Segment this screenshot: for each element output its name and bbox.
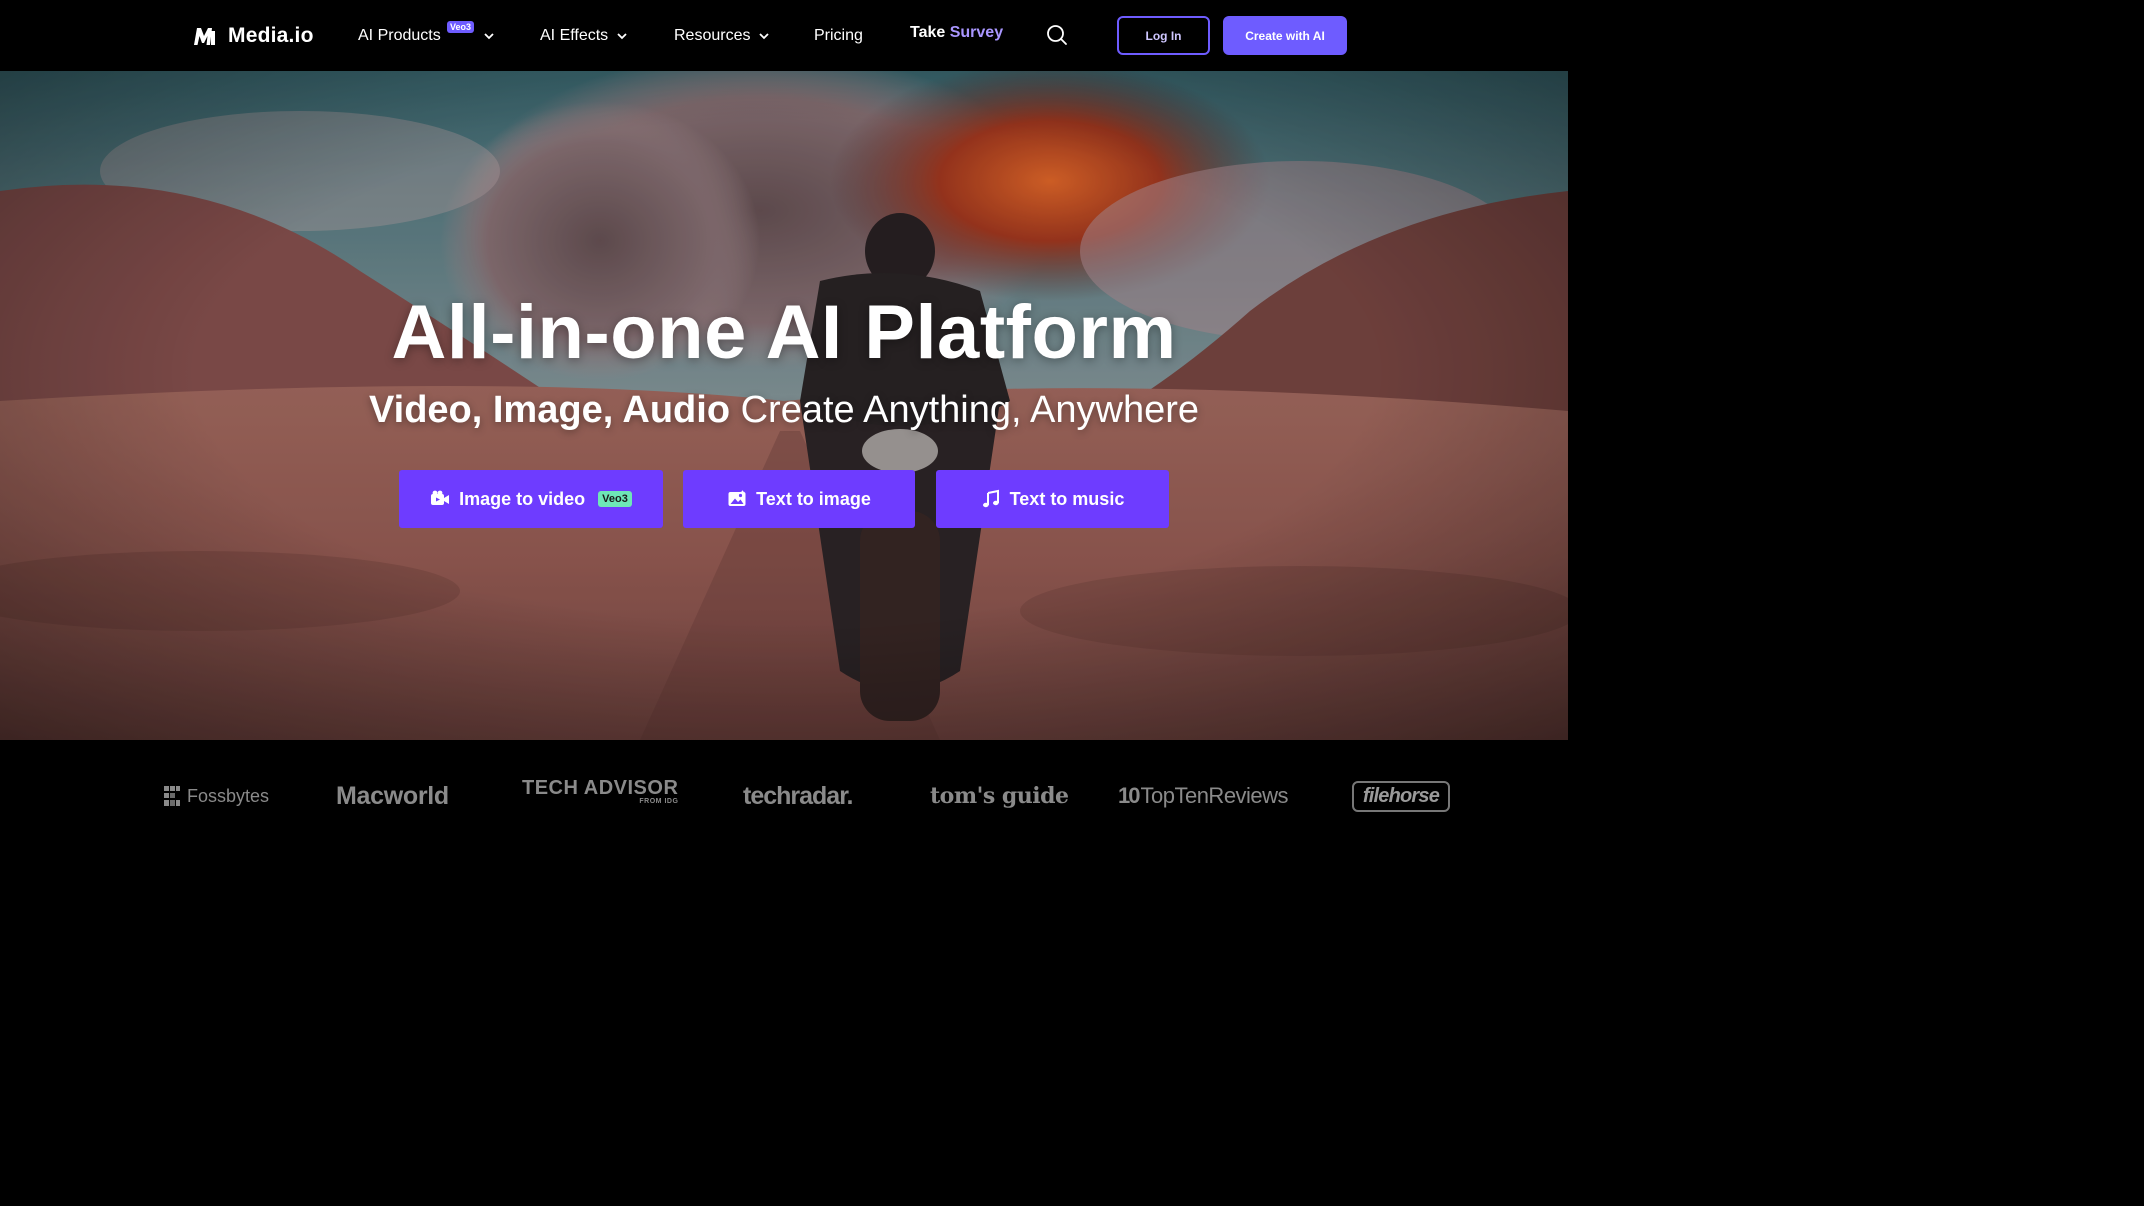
brand-logo[interactable]: Media.io <box>192 21 314 51</box>
nav-resources[interactable]: Resources <box>674 24 770 48</box>
top-navigation-bar: Media.io AI Products Veo3 AI Effects Res… <box>0 0 1568 71</box>
chevron-down-icon <box>484 33 494 40</box>
hero-subtitle-rest: Create Anything, Anywhere <box>740 389 1200 431</box>
survey-highlight: Survey <box>949 24 1004 41</box>
take-survey-link[interactable]: Take Survey <box>910 24 1003 42</box>
create-with-ai-button[interactable]: Create with AI <box>1223 16 1347 55</box>
image-to-video-button[interactable]: Image to video Veo3 <box>399 470 663 528</box>
fossbytes-mark-icon <box>164 786 180 806</box>
nav-resources-label: Resources <box>674 27 751 44</box>
text-to-image-label: Text to image <box>756 488 871 509</box>
nav-ai-effects[interactable]: AI Effects <box>540 24 628 48</box>
hero-section: All-in-one AI Platform Video, Image, Aud… <box>0 71 1568 740</box>
tech-advisor-logo: TECH ADVISOR FROM IDG <box>522 777 679 805</box>
hero-title: All-in-one AI Platform <box>391 290 1177 375</box>
veo3-badge: Veo3 <box>447 21 475 33</box>
toms-guide-logo: tom's guide <box>930 783 1069 809</box>
fossbytes-logo: Fossbytes <box>163 782 269 810</box>
nav-pricing-label: Pricing <box>814 27 863 44</box>
image-icon <box>728 490 746 506</box>
nav-pricing[interactable]: Pricing <box>814 24 863 48</box>
hero-subtitle: Video, Image, Audio Create Anything, Any… <box>0 389 1568 432</box>
chevron-down-icon <box>617 33 627 40</box>
brand-name: Media.io <box>228 24 314 47</box>
survey-prefix: Take <box>910 24 946 41</box>
search-icon[interactable] <box>1046 24 1068 46</box>
text-to-music-label: Text to music <box>1009 488 1125 509</box>
text-to-music-button[interactable]: Text to music <box>936 470 1169 528</box>
filehorse-logo: filehorse <box>1352 781 1450 812</box>
toptenreviews-logo: 10 TopTenReviews <box>1118 783 1289 808</box>
image-to-video-label: Image to video <box>459 488 586 509</box>
veo3-badge: Veo3 <box>598 491 632 507</box>
techradar-logo: techradar. <box>743 781 854 810</box>
music-note-icon <box>982 489 999 508</box>
text-to-image-button[interactable]: Text to image <box>683 470 915 528</box>
hero-subtitle-strong: Video, Image, Audio <box>368 389 731 431</box>
media-io-logo-icon <box>194 28 215 45</box>
chevron-down-icon <box>759 33 770 40</box>
nav-ai-products[interactable]: AI Products Veo3 <box>358 21 495 48</box>
macworld-logo: Macworld <box>336 781 449 810</box>
video-camera-icon <box>431 490 450 505</box>
nav-ai-effects-label: AI Effects <box>540 27 609 44</box>
login-button[interactable]: Log In <box>1117 16 1210 55</box>
press-logos-strip: Fossbytes Macworld TECH ADVISOR FROM IDG… <box>0 740 1568 882</box>
nav-ai-products-label: AI Products <box>358 27 441 44</box>
